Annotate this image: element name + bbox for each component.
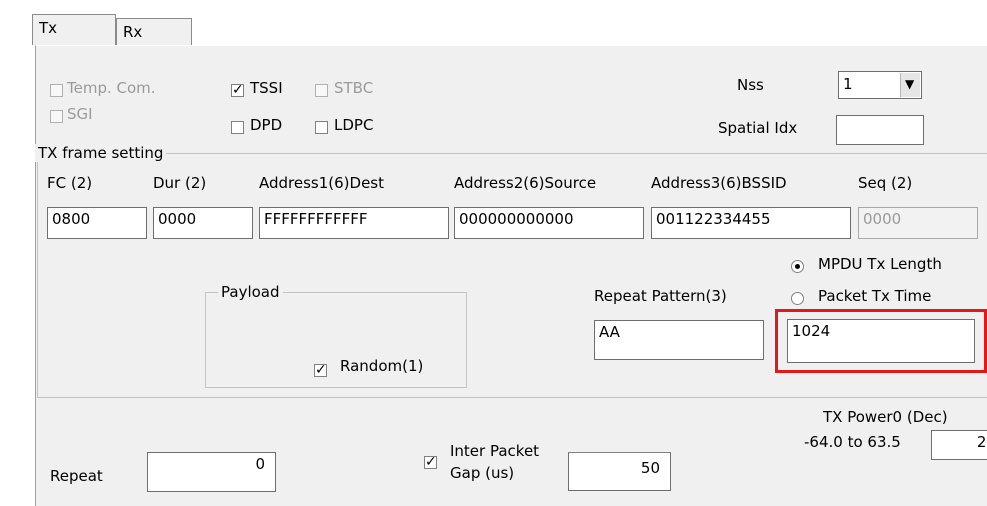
inter-packet-gap-label-line2: Gap (us)	[450, 464, 515, 482]
temp-com-label: Temp. Com.	[67, 79, 156, 97]
tx-frame-setting-title: TX frame setting	[35, 144, 167, 162]
ldpc-label: LDPC	[334, 116, 374, 134]
fc-field[interactable]: 0800	[47, 207, 147, 239]
check-mark-icon: ✓	[232, 82, 244, 98]
repeat-pattern-label: Repeat Pattern(3)	[594, 287, 727, 305]
mpdu-tx-length-label: MPDU Tx Length	[818, 255, 942, 273]
repeat-value: 0	[255, 455, 265, 473]
section-divider	[37, 397, 987, 398]
random-label: Random(1)	[340, 357, 424, 375]
tx-power-value: 20	[976, 433, 987, 451]
payload-group	[205, 292, 467, 388]
check-mark-icon: ✓	[425, 454, 437, 470]
stbc-label: STBC	[334, 79, 374, 97]
seq-field[interactable]: 0000	[858, 207, 978, 239]
ldpc-checkbox[interactable]	[315, 121, 328, 134]
fc-label: FC (2)	[47, 174, 93, 192]
check-mark-icon: ✓	[315, 362, 327, 378]
repeat-label: Repeat	[50, 467, 103, 485]
address2-field[interactable]: 000000000000	[454, 207, 644, 239]
address3-field[interactable]: 001122334455	[651, 207, 851, 239]
inter-packet-gap-label-line1: Inter Packet	[450, 442, 540, 460]
address2-label: Address2(6)Source	[454, 174, 597, 192]
nss-value: 1	[843, 75, 853, 93]
tssi-checkbox[interactable]: ✓	[231, 82, 244, 98]
stbc-checkbox[interactable]	[315, 84, 328, 97]
sgi-label: SGI	[67, 105, 93, 123]
tab-rx[interactable]: Rx	[116, 18, 192, 45]
tx-power-field[interactable]: 20	[931, 430, 987, 460]
spatial-idx-field[interactable]	[836, 115, 924, 145]
tab-tx-label: Tx	[39, 19, 58, 37]
dpd-checkbox[interactable]	[231, 121, 244, 134]
tab-tx[interactable]: Tx	[32, 14, 116, 45]
dur-label: Dur (2)	[153, 174, 207, 192]
sgi-checkbox[interactable]	[50, 110, 63, 123]
repeat-field[interactable]: 0	[147, 452, 276, 492]
repeat-pattern-field[interactable]: AA	[594, 320, 764, 360]
nss-label: Nss	[737, 76, 764, 94]
address3-label: Address3(6)BSSID	[651, 174, 787, 192]
nss-select[interactable]: 1 ▼	[838, 71, 922, 99]
inter-packet-gap-checkbox[interactable]: ✓	[424, 454, 437, 470]
inter-packet-gap-field[interactable]: 50	[568, 453, 671, 491]
tx-power-range: -64.0 to 63.5	[804, 433, 901, 451]
radio-selected-dot	[795, 264, 800, 269]
dur-field[interactable]: 0000	[153, 207, 253, 239]
tab-rx-label: Rx	[123, 23, 143, 41]
temp-com-checkbox[interactable]	[50, 84, 63, 97]
dpd-label: DPD	[250, 116, 283, 134]
spatial-idx-label: Spatial Idx	[718, 119, 798, 137]
nss-dropdown-button[interactable]: ▼	[900, 73, 920, 97]
random-checkbox[interactable]: ✓	[314, 362, 327, 378]
tssi-label: TSSI	[250, 79, 283, 97]
chevron-down-icon: ▼	[905, 77, 915, 91]
address1-field[interactable]: FFFFFFFFFFFF	[259, 207, 449, 239]
payload-title: Payload	[218, 283, 283, 301]
packet-tx-time-label: Packet Tx Time	[818, 287, 932, 305]
mpdu-tx-length-radio[interactable]	[791, 260, 804, 273]
inter-packet-gap-value: 50	[640, 459, 660, 477]
highlight-box	[775, 309, 987, 373]
packet-tx-time-radio[interactable]	[791, 292, 804, 305]
address1-label: Address1(6)Dest	[259, 174, 385, 192]
seq-label: Seq (2)	[858, 174, 913, 192]
tx-power-label: TX Power0 (Dec)	[823, 408, 948, 426]
